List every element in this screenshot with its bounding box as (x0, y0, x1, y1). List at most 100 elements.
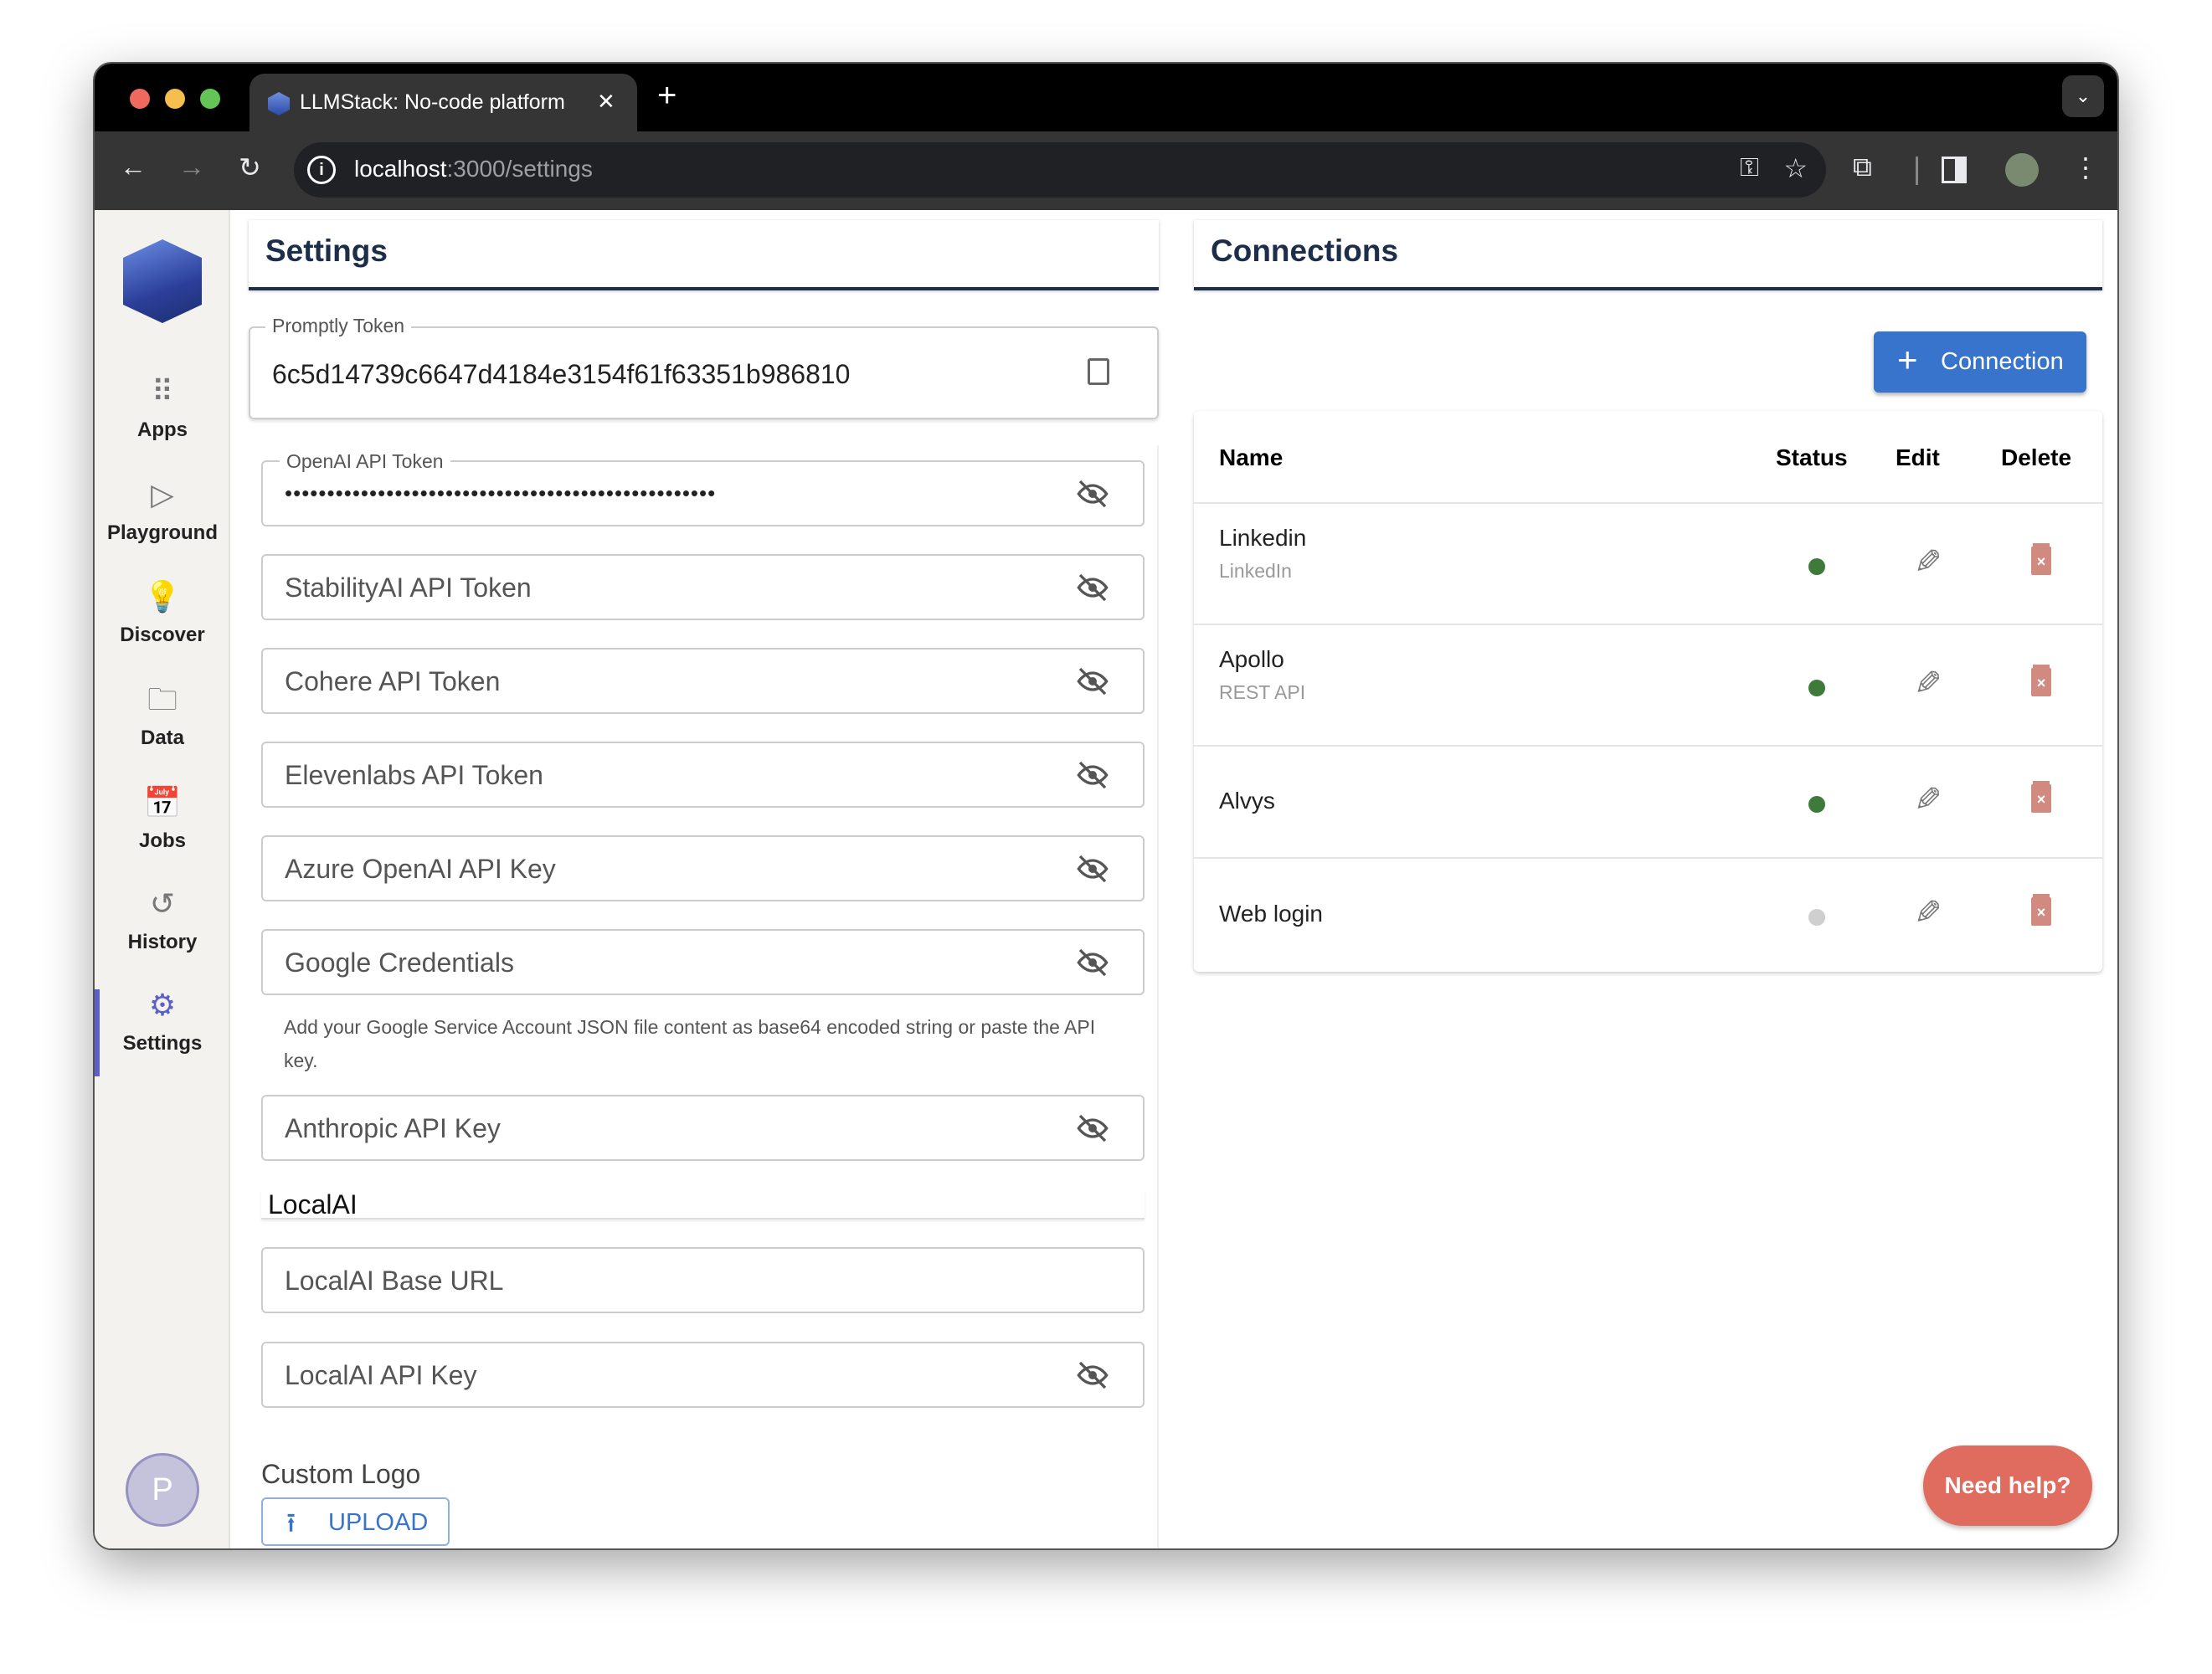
add-connection-button[interactable]: + Connection (1874, 331, 2086, 393)
status-indicator (1808, 796, 1825, 813)
back-icon[interactable]: ← (120, 151, 147, 182)
table-row: Linkedin LinkedIn ✎ × (1194, 504, 2102, 625)
delete-trash-icon[interactable]: × (2031, 547, 2051, 575)
openai-api-token-field[interactable]: OpenAI API Token •••••••••••••••••••••••… (261, 460, 1145, 526)
upload-button[interactable]: ⭱ UPLOAD (261, 1497, 450, 1546)
google-credentials-field[interactable]: Google Credentials (261, 929, 1145, 995)
field-placeholder: Cohere API Token (285, 666, 500, 697)
maximize-window-button[interactable] (200, 89, 220, 109)
settings-panel: Settings (249, 220, 1159, 290)
table-row: Web login✎× (1194, 859, 2102, 972)
visibility-off-icon[interactable] (1076, 571, 1109, 604)
tab-search-chevron-icon[interactable]: ⌄ (2062, 75, 2104, 117)
delete-trash-icon[interactable]: × (2031, 668, 2051, 696)
promptly-token-value: 6c5d14739c6647d4184e3154f61f63351b986810 (272, 359, 850, 390)
sidebar-item-data[interactable]: 🗀Data (95, 681, 230, 750)
visibility-off-icon[interactable] (1076, 1358, 1109, 1392)
play-icon: ▷ (95, 476, 230, 513)
password-key-icon[interactable]: ⚿ (1740, 154, 1759, 182)
column-status: Status (1776, 444, 1848, 471)
menu-icon[interactable]: ⋮ (2072, 151, 2099, 183)
sidebar-item-playground[interactable]: ▷ Playground (95, 476, 230, 545)
lightbulb-icon: 💡 (95, 578, 230, 615)
connection-type: LinkedIn (1219, 560, 1292, 583)
sidebar-item-jobs[interactable]: 📅Jobs (95, 784, 230, 853)
visibility-off-icon[interactable] (1076, 758, 1109, 792)
url-path: :3000/settings (447, 156, 593, 182)
visibility-off-icon[interactable] (1076, 946, 1109, 979)
localai-base-url-placeholder: LocalAI Base URL (285, 1266, 503, 1297)
connection-name: Linkedin (1219, 525, 1306, 552)
delete-trash-icon[interactable]: × (2031, 897, 2051, 926)
connection-name: Apollo (1219, 646, 1284, 673)
upload-label: UPLOAD (328, 1509, 428, 1536)
stabilityai-api-token-field[interactable]: StabilityAI API Token (261, 554, 1145, 620)
tab-title: LLMStack: No-code platform (300, 90, 576, 115)
azure-openai-api-key-field[interactable]: Azure OpenAI API Key (261, 835, 1145, 901)
field-placeholder: StabilityAI API Token (285, 573, 532, 603)
bookmark-star-icon[interactable]: ☆ (1783, 152, 1808, 184)
forward-icon[interactable]: → (178, 151, 205, 182)
edit-pencil-icon[interactable]: ✎ (1914, 781, 1942, 819)
tab-bar: LLMStack: No-code platform ✕ + ⌄ (95, 64, 2117, 131)
copy-icon[interactable] (1088, 358, 1109, 385)
favicon-icon (268, 92, 290, 116)
promptly-token-field[interactable]: Promptly Token 6c5d14739c6647d4184e3154f… (249, 326, 1159, 419)
new-tab-button[interactable]: + (657, 77, 676, 115)
visibility-off-icon[interactable] (1076, 665, 1109, 698)
folder-icon: 🗀 (95, 681, 230, 718)
localai-heading: LocalAI (261, 1189, 1145, 1220)
sidebar-item-label: Settings (95, 1032, 230, 1055)
app-content: ⠿Apps ▷ Playground 💡Discover 🗀Data 📅Jobs ↺Hist… (95, 210, 2117, 1550)
calendar-icon: 📅 (95, 784, 230, 821)
info-icon[interactable]: i (307, 156, 336, 184)
connection-name: Alvys (1219, 788, 1275, 814)
status-indicator (1808, 909, 1825, 926)
profile-avatar[interactable] (2005, 153, 2039, 187)
llmstack-logo[interactable] (123, 239, 202, 323)
sidebar-item-apps[interactable]: ⠿Apps (95, 373, 230, 442)
column-edit: Edit (1896, 444, 1940, 471)
cohere-api-token-field[interactable]: Cohere API Token (261, 648, 1145, 714)
browser-tab[interactable]: LLMStack: No-code platform ✕ (249, 74, 637, 132)
elevenlabs-api-token-field[interactable]: Elevenlabs API Token (261, 742, 1145, 808)
extensions-icon[interactable]: ⧉ (1853, 151, 1872, 183)
address-bar[interactable]: i localhost:3000/settings ⚿ ☆ (294, 142, 1826, 198)
connections-table: Name Status Edit Delete Linkedin LinkedIn… (1194, 411, 2102, 972)
sidebar-item-history[interactable]: ↺History (95, 886, 230, 954)
table-header: Name Status Edit Delete (1194, 411, 2102, 504)
table-row: Alvys ✎ × (1194, 747, 2102, 859)
connection-type: REST API (1219, 681, 1305, 704)
need-help-button[interactable]: Need help? (1923, 1445, 2092, 1526)
url-host: localhost (354, 156, 447, 182)
divider (1916, 157, 1918, 185)
visibility-off-icon[interactable] (1076, 477, 1109, 511)
column-delete: Delete (2001, 444, 2071, 471)
sidebar-item-label: History (95, 931, 230, 954)
sidebar-item-settings[interactable]: ⚙ Settings (95, 987, 230, 1055)
field-placeholder: Google Credentials (285, 947, 514, 978)
localai-api-key-field[interactable]: LocalAI API Key (261, 1342, 1145, 1408)
close-tab-icon[interactable]: ✕ (597, 89, 615, 115)
gear-icon: ⚙ (95, 987, 230, 1024)
visibility-off-icon[interactable] (1076, 1112, 1109, 1145)
anthropic-api-key-field[interactable]: Anthropic API Key (261, 1095, 1145, 1161)
reload-icon[interactable]: ↻ (239, 151, 261, 183)
edit-pencil-icon[interactable]: ✎ (1914, 665, 1942, 703)
localai-base-url-field[interactable]: LocalAI Base URL (261, 1247, 1145, 1313)
edit-pencil-icon[interactable]: ✎ (1914, 894, 1942, 932)
delete-trash-icon[interactable]: × (2031, 784, 2051, 813)
sidebar-item-discover[interactable]: 💡Discover (95, 578, 230, 647)
minimize-window-button[interactable] (165, 89, 185, 109)
edit-pencil-icon[interactable]: ✎ (1914, 543, 1942, 582)
promptly-token-label: Promptly Token (265, 315, 411, 337)
field-placeholder: Azure OpenAI API Key (285, 854, 556, 885)
anthropic-placeholder: Anthropic API Key (285, 1113, 501, 1144)
close-window-button[interactable] (130, 89, 150, 109)
plus-icon: + (1897, 340, 1918, 380)
visibility-off-icon[interactable] (1076, 852, 1109, 886)
sidebar-item-label: Playground (95, 521, 230, 545)
side-panel-icon[interactable] (1942, 157, 1967, 183)
user-avatar[interactable]: P (126, 1453, 199, 1527)
status-indicator (1808, 680, 1825, 696)
